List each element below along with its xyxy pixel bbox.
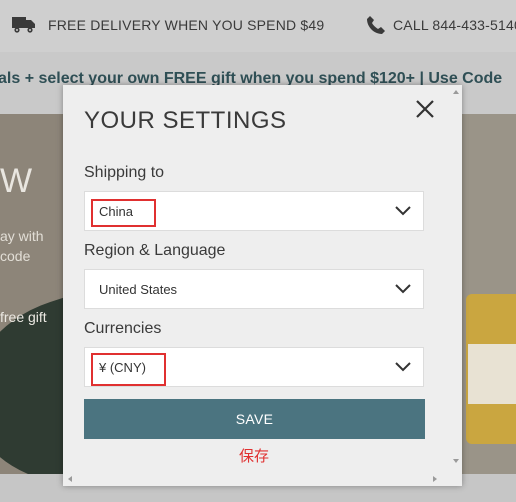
scroll-down-arrow-icon[interactable] [453,459,459,463]
truck-icon [12,17,35,33]
hero-text-line1: ay with [0,228,44,244]
save-button[interactable]: SAVE [84,399,425,439]
hero-text-line3: free gift [0,309,47,325]
horizontal-scrollbar[interactable] [63,473,451,486]
hero-text-line2: code [0,248,31,264]
shipping-highlight-box [91,199,156,227]
vertical-scrollbar[interactable] [451,85,462,473]
top-announcement-bar: FREE DELIVERY WHEN YOU SPEND $49 CALL 84… [0,0,516,52]
call-phone-link[interactable]: CALL 844-433-5140 [393,17,516,33]
chevron-down-icon [395,206,411,216]
close-icon[interactable] [413,97,437,121]
shipping-label: Shipping to [84,164,165,181]
chevron-down-icon [395,284,411,294]
scroll-up-arrow-icon[interactable] [453,90,459,94]
save-annotation-text: 保存 [238,448,269,465]
scroll-left-arrow-icon[interactable] [68,476,72,482]
hero-product-label [468,344,516,404]
modal-title: YOUR SETTINGS [84,107,287,134]
scroll-right-arrow-icon[interactable] [433,476,437,482]
region-language-value: United States [99,282,178,297]
hero-heading-fragment: W [0,162,33,200]
free-delivery-text: FREE DELIVERY WHEN YOU SPEND $49 [48,17,325,33]
region-language-label: Region & Language [84,242,226,259]
settings-modal: YOUR SETTINGS Shipping to China Region &… [63,85,462,486]
phone-icon [367,16,385,34]
chevron-down-icon [395,362,411,372]
currencies-label: Currencies [84,320,162,337]
currency-highlight-box [91,353,166,386]
region-language-select[interactable]: United States [84,269,424,309]
